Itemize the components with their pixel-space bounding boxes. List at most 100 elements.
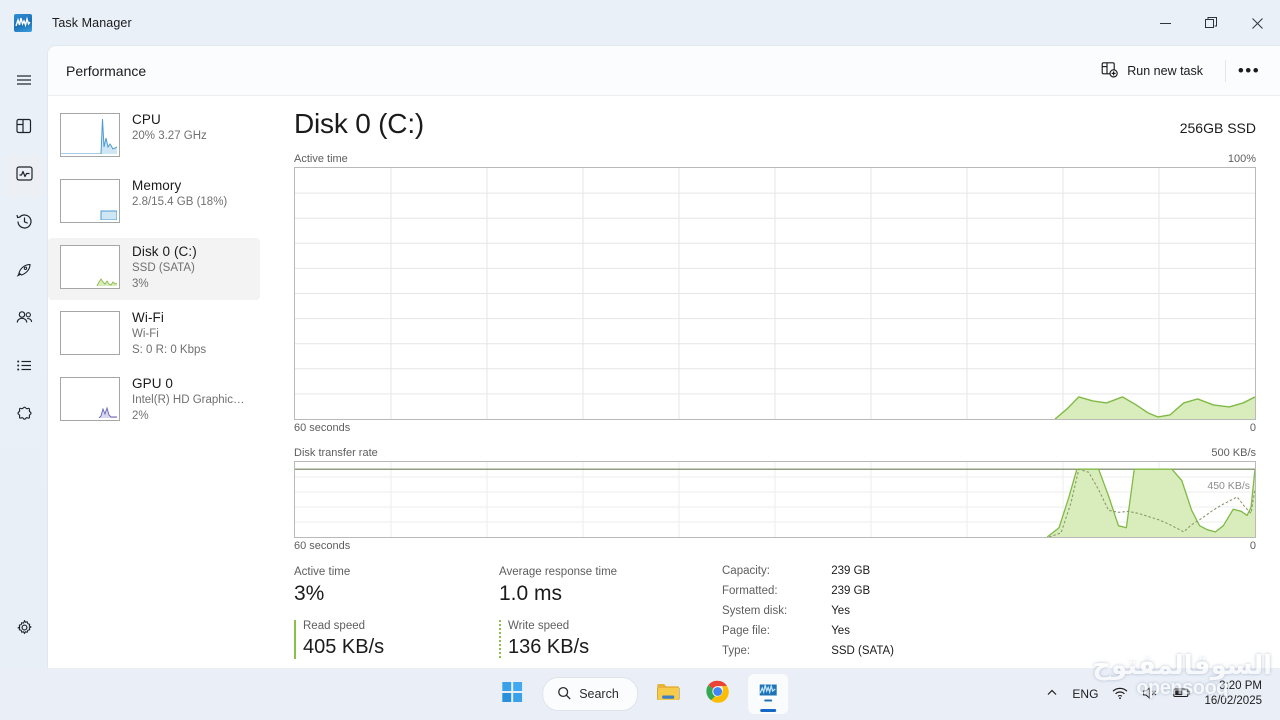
wifi-thumbnail <box>60 311 120 355</box>
prop-label: Type: <box>722 645 751 657</box>
run-new-task-label: Run new task <box>1127 63 1203 78</box>
search-icon <box>557 686 571 703</box>
chrome-icon <box>706 680 729 708</box>
taskbar-search[interactable]: Search <box>542 677 638 711</box>
device-sub: 2.8/15.4 GB (18%) <box>132 196 228 208</box>
tray-volume-button[interactable] <box>1135 674 1166 714</box>
memory-thumbnail <box>60 179 120 223</box>
new-task-icon <box>1101 61 1119 81</box>
active-time-chart-svg <box>295 168 1255 419</box>
prop-value: SSD (SATA) <box>831 645 895 657</box>
transfer-graph-caption: Disk transfer rate 500 KB/s <box>294 447 1256 459</box>
transfer-graph-footer: 60 seconds 0 <box>294 540 1256 552</box>
processes-grid-icon <box>15 117 33 140</box>
device-item-cpu[interactable]: CPU 20% 3.27 GHz <box>48 106 260 168</box>
folder-icon <box>656 681 680 708</box>
active-graph-caption: Active time 100% <box>294 153 1256 165</box>
restore-button[interactable] <box>1188 0 1234 46</box>
device-item-disk-0[interactable]: Disk 0 (C:) SSD (SATA) 3% <box>48 238 260 300</box>
content-body: CPU 20% 3.27 GHz Memory 2.8/15.4 GB (18%… <box>48 96 1280 669</box>
sidebar-item-services[interactable] <box>4 396 44 436</box>
tray-language-button[interactable]: ENG <box>1065 674 1105 714</box>
tray-chevron-up-button[interactable] <box>1039 674 1065 714</box>
battery-icon <box>1173 686 1191 702</box>
disk-thumbnail <box>60 245 120 289</box>
sidebar-item-users[interactable] <box>4 300 44 340</box>
system-tray: ENG 3:20 PM 16/02/2025 <box>1039 674 1272 714</box>
active-graph-x-label: 60 seconds <box>294 422 351 434</box>
write-speed-value: 136 KB/s <box>508 636 590 658</box>
sidebar-item-startup-apps[interactable] <box>4 252 44 292</box>
device-sub-2: 3% <box>132 278 149 290</box>
read-speed-value: 405 KB/s <box>303 636 385 658</box>
window-controls <box>1142 0 1280 46</box>
read-speed-cell: Read speed 405 KB/s <box>294 618 384 661</box>
prop-label: Page file: <box>722 625 770 637</box>
tray-clock[interactable]: 3:20 PM 16/02/2025 <box>1198 679 1272 709</box>
page-title: Performance <box>66 62 147 79</box>
table-row: Type: SSD (SATA) <box>722 644 894 664</box>
sidebar-item-performance[interactable] <box>4 156 44 196</box>
prop-value: 239 GB <box>831 585 871 597</box>
device-sub: Intel(R) HD Graphics 5… <box>132 394 250 406</box>
run-new-task-button[interactable]: Run new task <box>1089 55 1215 87</box>
device-sub: 20% 3.27 GHz <box>132 130 207 142</box>
close-button[interactable] <box>1234 0 1280 46</box>
table-row: System disk: Yes <box>722 604 894 624</box>
device-name: GPU 0 <box>132 376 174 391</box>
device-name: CPU <box>132 112 161 127</box>
avg-response-value: 1.0 ms <box>499 582 563 605</box>
minimize-button[interactable] <box>1142 0 1188 46</box>
table-row: Formatted: 239 GB <box>722 584 894 604</box>
tray-wifi-button[interactable] <box>1105 674 1135 714</box>
stats-response-time: Average response time 1.0 ms Write speed… <box>499 564 714 664</box>
device-item-wifi[interactable]: Wi-Fi Wi-Fi S: 0 R: 0 Kbps <box>48 304 260 366</box>
taskbar-item-chrome[interactable] <box>698 674 738 714</box>
active-time-value: 3% <box>294 582 325 605</box>
header-actions: Run new task ••• <box>1089 55 1280 87</box>
gpu-thumbnail <box>60 377 120 421</box>
sidebar-item-settings[interactable] <box>4 610 44 650</box>
device-item-gpu-0[interactable]: GPU 0 Intel(R) HD Graphics 5… 2% <box>48 370 260 432</box>
chevron-up-icon <box>1046 687 1058 702</box>
prop-label: System disk: <box>722 605 788 617</box>
sidebar-item-app-history[interactable] <box>4 204 44 244</box>
taskbar: Search ENG 3:20 PM 16/02/2025 <box>0 668 1280 720</box>
disk-transfer-rate-chart: 450 KB/s <box>294 461 1256 538</box>
more-options-button[interactable]: ••• <box>1232 55 1266 87</box>
start-icon <box>502 681 523 707</box>
active-graph-min: 0 <box>1249 422 1256 434</box>
transfer-rate-annotation: 450 KB/s <box>1207 480 1250 492</box>
content-card: Performance Run new task ••• CPU 20% 3.2… <box>48 46 1280 669</box>
search-label: Search <box>579 687 619 701</box>
tray-battery-button[interactable] <box>1166 674 1198 714</box>
start-button[interactable] <box>492 674 532 714</box>
hamburger-menu-icon[interactable] <box>4 60 44 100</box>
sidebar-item-details[interactable] <box>4 348 44 388</box>
taskbar-item-task-manager[interactable] <box>747 674 788 714</box>
prop-label: Capacity: <box>722 565 770 577</box>
tray-time: 3:20 PM <box>1219 680 1262 692</box>
taskbar-item-file-explorer[interactable] <box>648 674 688 714</box>
tray-date: 16/02/2025 <box>1204 695 1262 707</box>
stats-active-time: Active time 3% Read speed 405 KB/s <box>294 564 499 664</box>
transfer-graph-min: 0 <box>1249 540 1256 552</box>
device-sub-2: S: 0 R: 0 Kbps <box>132 344 207 356</box>
active-graph-max: 100% <box>1227 153 1256 165</box>
active-graph-footer: 60 seconds 0 <box>294 422 1256 434</box>
device-name: Memory <box>132 178 182 193</box>
disk-capacity-badge: 256GB SSD <box>1179 120 1256 136</box>
transfer-graph-x-label: 60 seconds <box>294 540 351 552</box>
active-time-label: Active time <box>294 566 351 578</box>
task-manager-icon <box>14 14 32 32</box>
avg-response-label: Average response time <box>499 566 618 578</box>
device-list: CPU 20% 3.27 GHz Memory 2.8/15.4 GB (18%… <box>48 96 260 669</box>
active-time-chart <box>294 167 1256 420</box>
memory-text: Memory 2.8/15.4 GB (18%) <box>132 176 227 210</box>
taskbar-center-group: Search <box>492 674 788 714</box>
gpu-text: GPU 0 Intel(R) HD Graphics 5… 2% <box>132 374 250 424</box>
write-speed-legend-bar <box>499 620 501 659</box>
sidebar-item-processes[interactable] <box>4 108 44 148</box>
write-speed-label: Write speed <box>508 620 570 632</box>
device-item-memory[interactable]: Memory 2.8/15.4 GB (18%) <box>48 172 260 234</box>
